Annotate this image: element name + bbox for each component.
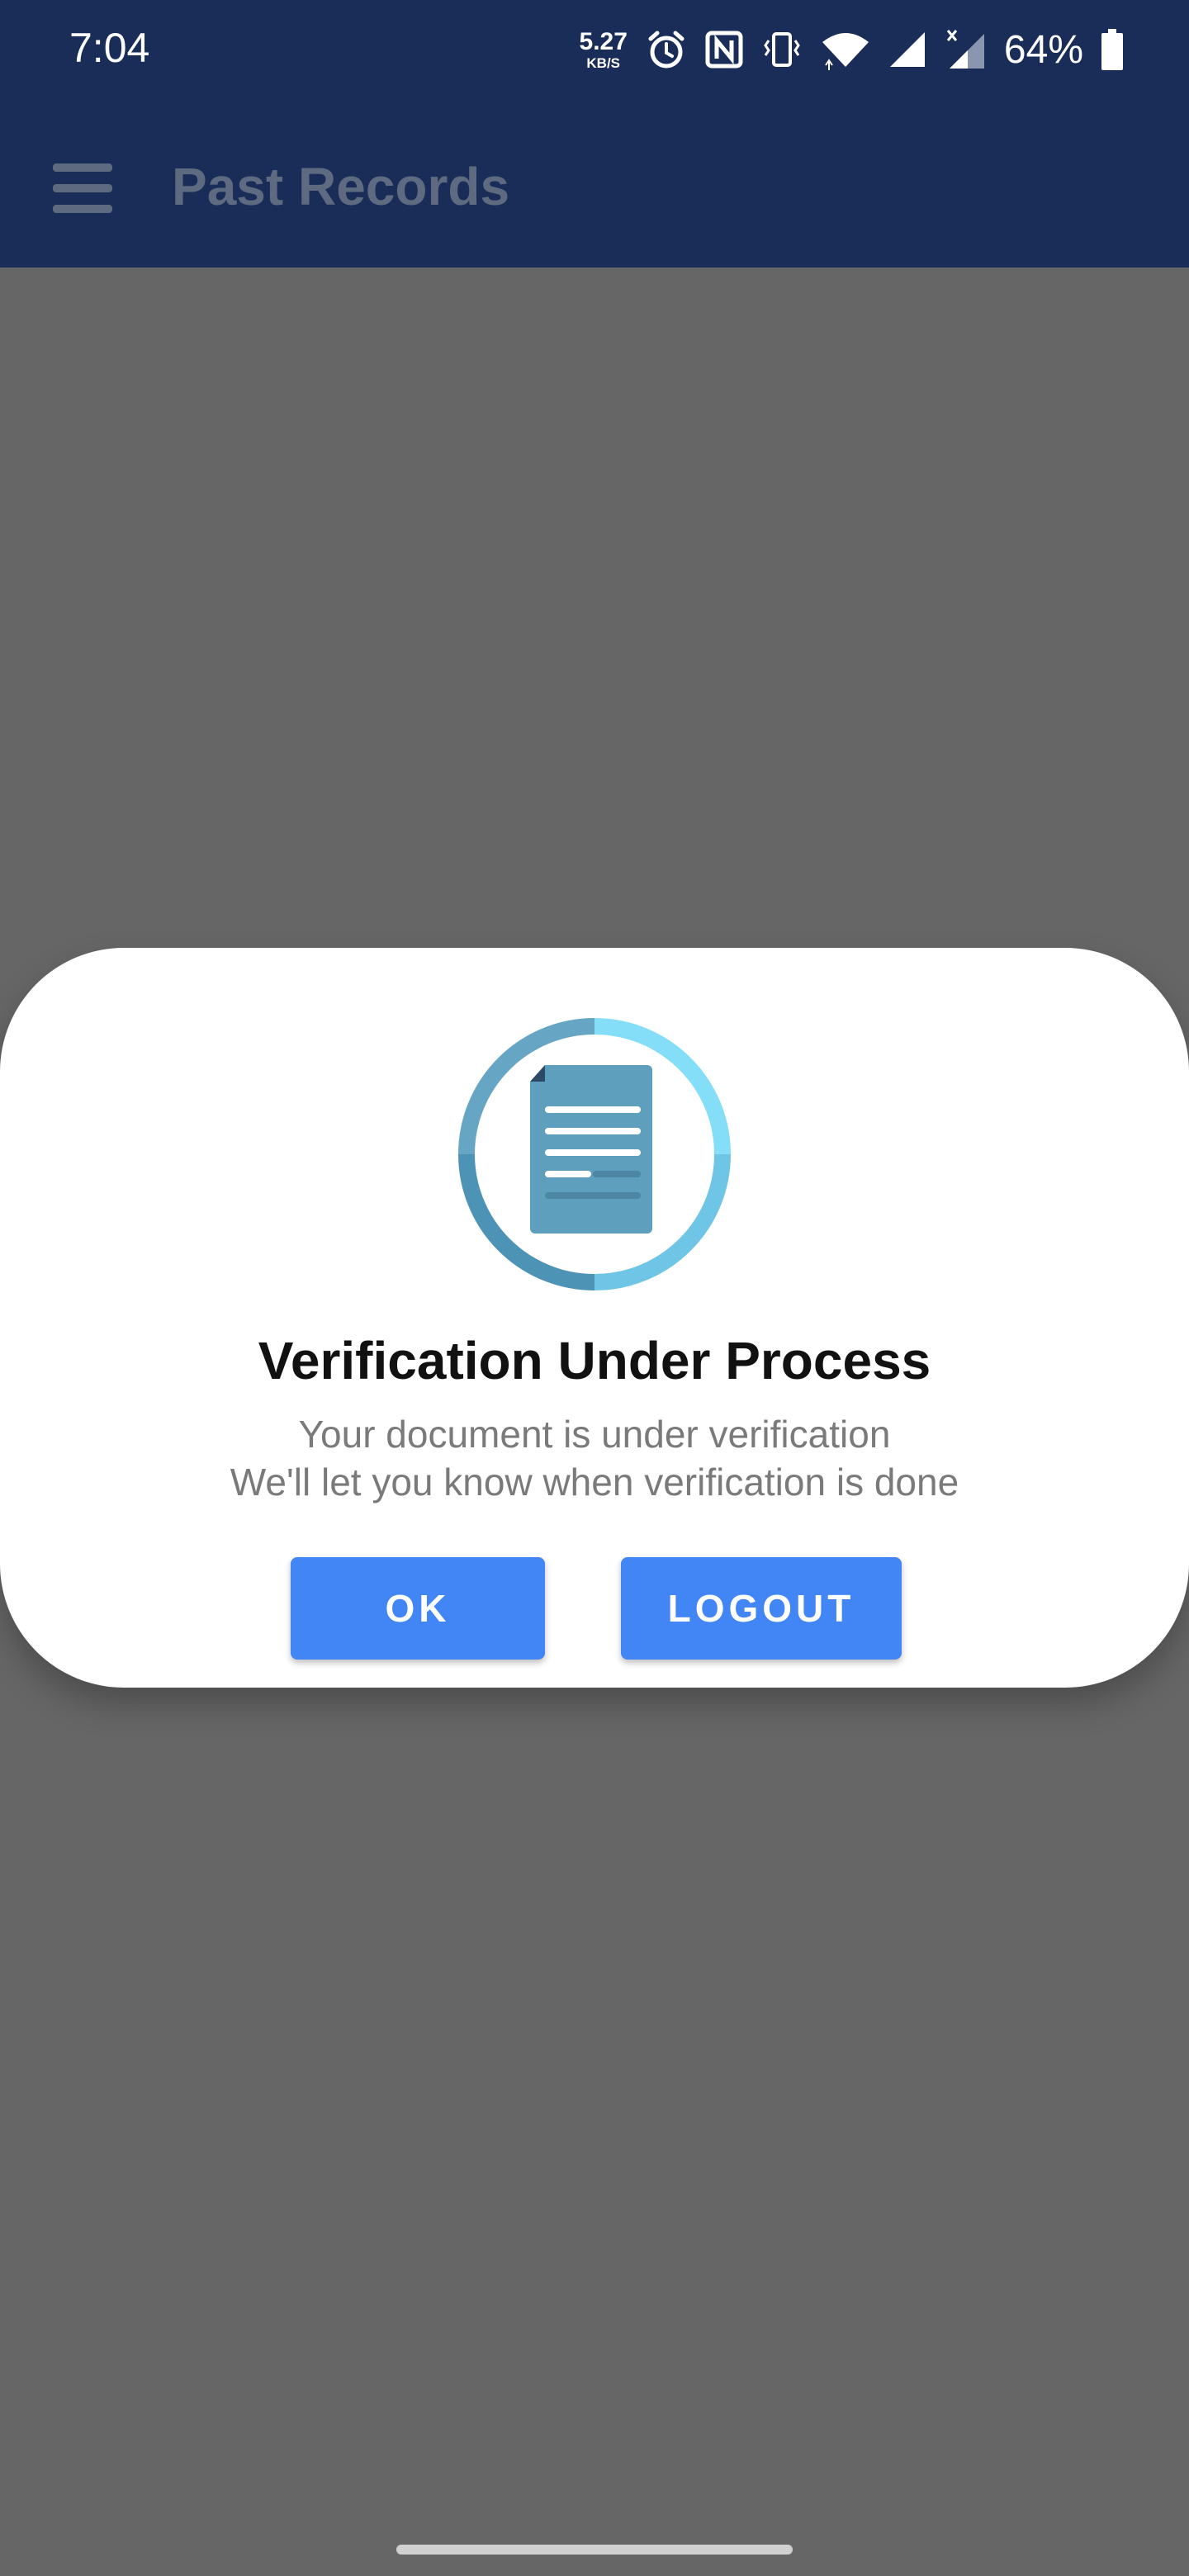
dialog-message-line1: Your document is under verification xyxy=(298,1413,891,1456)
network-speed-unit: KB/S xyxy=(586,54,621,71)
battery-icon xyxy=(1101,29,1123,70)
logout-button[interactable]: LOGOUT xyxy=(621,1557,902,1660)
network-speed-value: 5.27 xyxy=(579,27,628,55)
status-bar: 7:04 5.27 KB/S 64% xyxy=(0,0,1189,102)
network-speed: 5.27 KB/S xyxy=(579,27,628,71)
wifi-icon xyxy=(822,33,869,70)
status-icons: 5.27 KB/S 64% xyxy=(580,25,1123,74)
alarm-icon xyxy=(648,31,685,69)
nfc-icon xyxy=(705,31,743,69)
signal-x-icon xyxy=(946,30,984,69)
verification-dialog: Verification Under Process Your document… xyxy=(0,948,1189,1688)
status-time: 7:04 xyxy=(69,25,150,71)
gesture-nav-handle[interactable] xyxy=(396,2545,793,2555)
signal-icon xyxy=(889,32,925,67)
dialog-message-line2: We'll let you know when verification is … xyxy=(230,1461,959,1503)
document-verification-icon xyxy=(458,1018,731,1290)
battery-percent: 64% xyxy=(1003,27,1083,72)
hamburger-menu-icon[interactable] xyxy=(53,162,116,215)
dialog-title: Verification Under Process xyxy=(258,1331,931,1390)
dialog-message: Your document is under verification We'l… xyxy=(0,1410,1189,1506)
vibrate-icon xyxy=(764,32,800,67)
ok-button[interactable]: OK xyxy=(291,1557,545,1660)
page-title: Past Records xyxy=(172,157,510,216)
screen: 7:04 5.27 KB/S 64% Past Records Verifica… xyxy=(0,0,1189,2576)
app-bar: Past Records xyxy=(0,102,1189,268)
